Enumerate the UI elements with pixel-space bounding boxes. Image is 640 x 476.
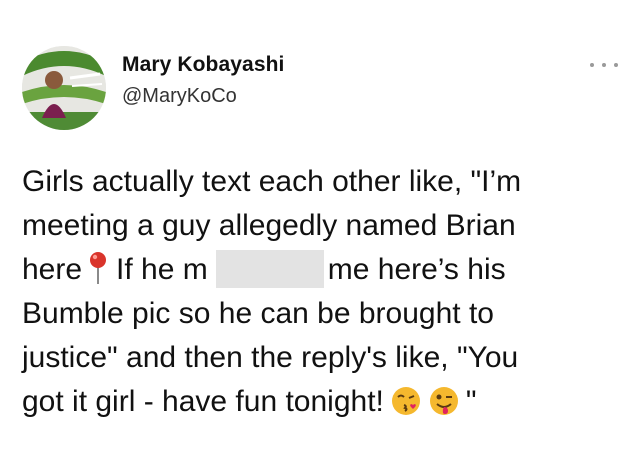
winking-tongue-face-icon	[428, 385, 460, 417]
tweet-line: meeting a guy allegedly named Brian	[22, 204, 632, 248]
tweet-text-segment: me here’s his	[327, 253, 506, 286]
tweet-line: got it girl - have fun tonight! "	[22, 380, 632, 424]
tweet-text-segment: here	[22, 253, 83, 286]
tweet-line: justice" and then the reply's like, "You	[22, 336, 632, 380]
tweet-text-segment: justice" and then the reply's like, "You	[22, 341, 519, 374]
redaction-box	[215, 250, 324, 288]
tweet-line: Bumble pic so he can be brought to	[22, 292, 632, 336]
user-handle[interactable]: @MaryKoCo	[122, 85, 237, 108]
more-icon[interactable]	[590, 58, 618, 72]
avatar-icon	[22, 46, 106, 130]
tweet-text: Girls actually text each other like, "I’…	[22, 160, 632, 424]
kissing-face-icon	[390, 385, 422, 417]
tweet-line: Girls actually text each other like, "I’…	[22, 160, 632, 204]
avatar[interactable]	[22, 46, 106, 130]
tweet-text-segment: "	[465, 385, 477, 418]
tweet-text-segment: Bumble pic so he can be brought to	[22, 297, 494, 330]
tweet-text-segment: Girls actually text each other like, "I’…	[22, 165, 522, 198]
tweet-text-segment: meeting a guy allegedly named Brian	[22, 209, 516, 242]
tweet-text-segment: got it girl - have fun tonight!	[22, 385, 384, 418]
display-name[interactable]: Mary Kobayashi	[122, 53, 284, 77]
tweet-card: Mary Kobayashi @MaryKoCo Girls actually …	[0, 0, 640, 476]
tweet-line: here If he m me here’s his	[22, 248, 632, 292]
tweet-text-segment: If he m	[116, 253, 208, 286]
pin-icon	[88, 251, 108, 285]
